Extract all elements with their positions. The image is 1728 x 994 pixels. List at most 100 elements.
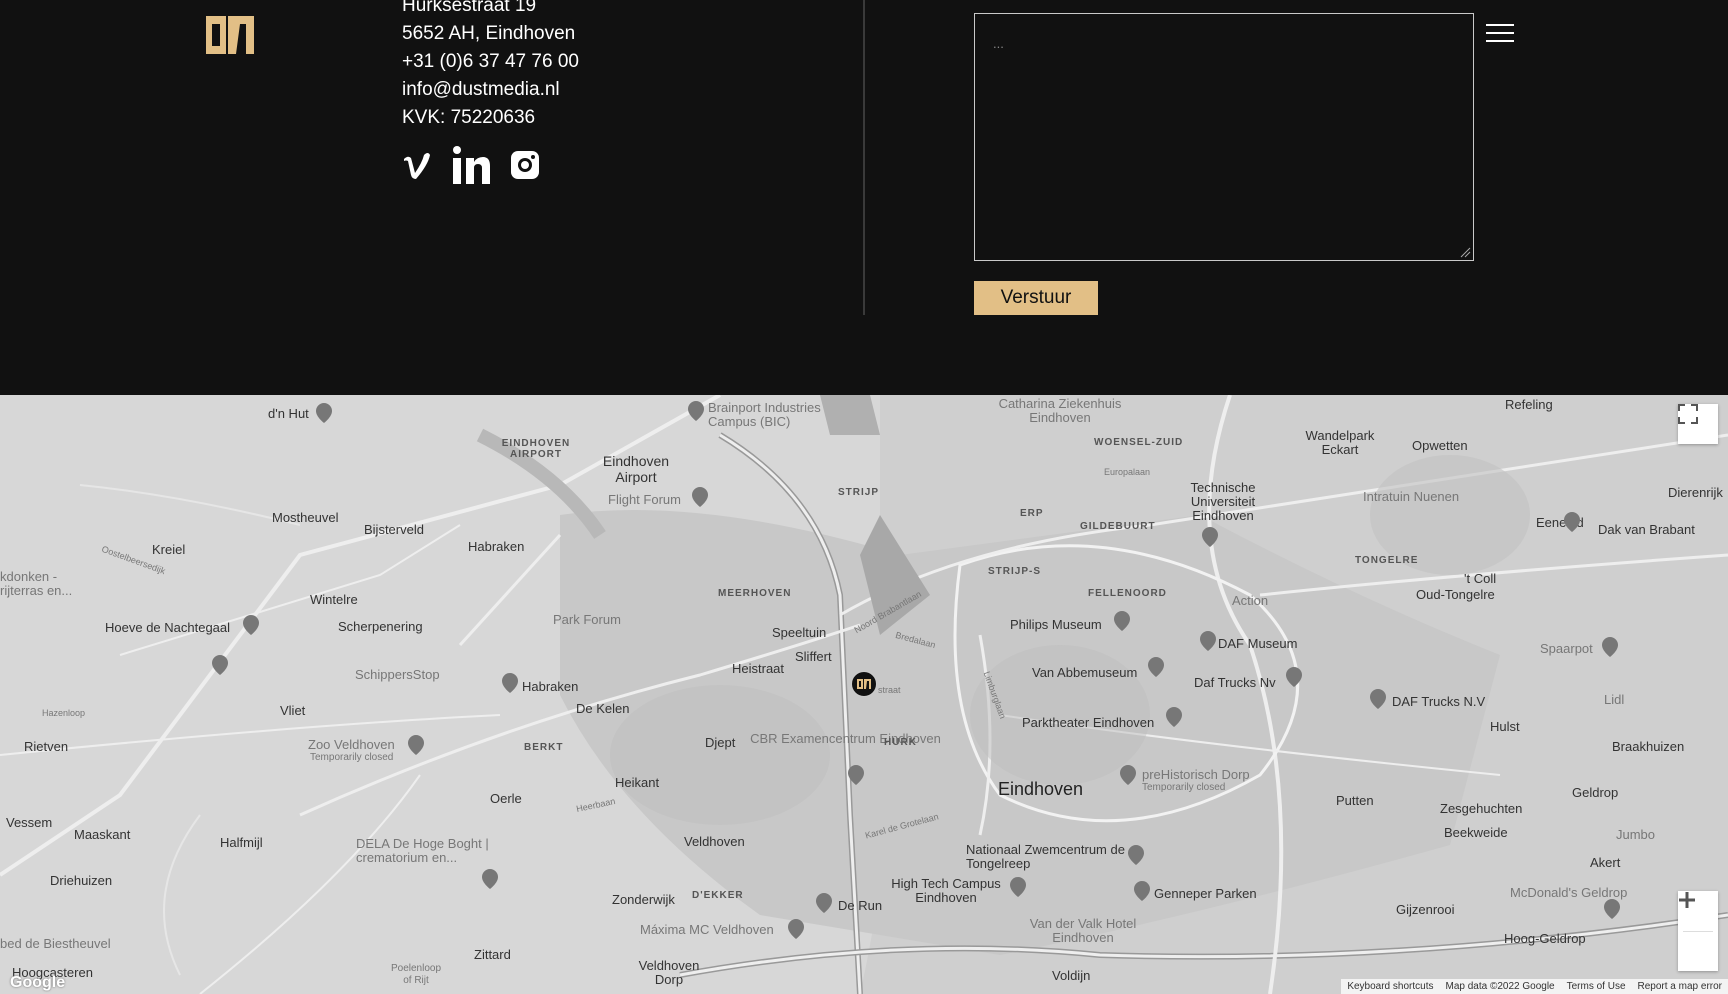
hamburger-menu-icon[interactable] bbox=[1486, 24, 1514, 46]
map-label-europalaan: Europalaan bbox=[1104, 467, 1151, 477]
map-label-prehistorisch[interactable]: preHistorisch Dorp bbox=[1142, 767, 1250, 782]
company-location-marker[interactable] bbox=[851, 671, 877, 697]
map-label-flight-forum[interactable]: Flight Forum bbox=[608, 492, 681, 507]
fullscreen-button[interactable] bbox=[1678, 404, 1718, 444]
location-pin-icon[interactable] bbox=[1370, 689, 1386, 709]
map-label-de-run[interactable]: De Run bbox=[838, 898, 882, 913]
map-label-van-der-valk[interactable]: Van der Valk Hotel Eindhoven bbox=[1028, 917, 1138, 945]
map-label-akert: Akert bbox=[1590, 855, 1621, 870]
map-label-van-abbemuseum[interactable]: Van Abbemuseum bbox=[1032, 665, 1137, 680]
map-label-schippersstop[interactable]: SchippersStop bbox=[355, 667, 440, 682]
map-label-daf-museum[interactable]: DAF Museum bbox=[1218, 636, 1297, 651]
location-pin-icon[interactable] bbox=[1286, 667, 1302, 687]
dust-media-marker-icon bbox=[857, 679, 871, 689]
phone[interactable]: +31 (0)6 37 47 76 00 bbox=[402, 48, 579, 76]
map-label-kdonken[interactable]: kdonken - rijterras en... bbox=[0, 570, 80, 598]
map-label-dak-van-brabant[interactable]: Dak van Brabant bbox=[1598, 522, 1695, 537]
map-label-zoo[interactable]: Zoo Veldhoven bbox=[308, 737, 395, 752]
zoo-pin-icon[interactable] bbox=[408, 735, 424, 755]
map-label-hoeve[interactable]: Hoeve de Nachtegaal bbox=[105, 620, 230, 635]
map-label-zesgehuchten: Zesgehuchten bbox=[1440, 801, 1523, 816]
map-label-beekweide: Beekweide bbox=[1444, 825, 1508, 840]
map-label-refeling: Refeling bbox=[1505, 397, 1553, 412]
instagram-icon[interactable] bbox=[510, 150, 540, 185]
map-label-halfmijl: Halfmijl bbox=[220, 835, 263, 850]
map-label-mcdonalds[interactable]: McDonald's Geldrop bbox=[1510, 885, 1627, 900]
map-label-spaarpot[interactable]: Spaarpot bbox=[1540, 641, 1593, 656]
map-label-parktheater[interactable]: Parktheater Eindhoven bbox=[1022, 715, 1154, 730]
restaurant-pin-icon[interactable] bbox=[1604, 899, 1620, 919]
location-pin-icon[interactable] bbox=[1128, 845, 1144, 865]
map-label-hulst: Hulst bbox=[1490, 719, 1520, 734]
map-label-catharina[interactable]: Catharina Ziekenhuis Eindhoven bbox=[990, 397, 1130, 425]
send-button[interactable]: Verstuur bbox=[974, 281, 1098, 315]
map-label-genneper[interactable]: Genneper Parken bbox=[1154, 886, 1257, 901]
resize-handle-icon[interactable] bbox=[1459, 246, 1471, 258]
map-label-gildebuurt: GILDEBUURT bbox=[1080, 521, 1156, 532]
location-pin-icon[interactable] bbox=[816, 893, 832, 913]
map-label-eindhoven-airport[interactable]: Eindhoven Airport bbox=[596, 453, 676, 485]
location-pin-icon[interactable] bbox=[688, 401, 704, 421]
theater-pin-icon[interactable] bbox=[1166, 707, 1182, 727]
map-label-habraken-2[interactable]: Habraken bbox=[522, 679, 578, 694]
museum-pin-icon[interactable] bbox=[1114, 611, 1130, 631]
location-pin-icon[interactable] bbox=[692, 487, 708, 507]
map-label-slifert: Sliffert bbox=[795, 649, 832, 664]
hospital-pin-icon[interactable] bbox=[788, 919, 804, 939]
map-label-dierenrijk: Dierenrijk bbox=[1668, 485, 1723, 500]
map-label-voldijn: Voldijn bbox=[1052, 968, 1091, 983]
map-label-park-forum[interactable]: Park Forum bbox=[553, 612, 621, 627]
report-error-link[interactable]: Report a map error bbox=[1638, 981, 1722, 992]
map-label-philips-museum[interactable]: Philips Museum bbox=[1010, 617, 1102, 632]
map-label-maxima[interactable]: Máxima MC Veldhoven bbox=[640, 922, 774, 937]
map-label-lidl[interactable]: Lidl bbox=[1604, 692, 1624, 707]
map-label-hurk: HURK bbox=[884, 737, 917, 748]
location-pin-icon[interactable] bbox=[502, 673, 518, 693]
linkedin-icon[interactable] bbox=[452, 146, 490, 189]
map-label-biestheuvel[interactable]: bed de Biestheuvel bbox=[0, 936, 111, 951]
map-label-high-tech-campus[interactable]: High Tech Campus Eindhoven bbox=[886, 877, 1006, 905]
location-pin-icon[interactable] bbox=[1134, 881, 1150, 901]
map-attribution: Keyboard shortcuts Map data ©2022 Google… bbox=[1341, 979, 1728, 994]
map-label-jumbo[interactable]: Jumbo bbox=[1616, 827, 1655, 842]
footer: Hurksestraat 19 5652 AH, Eindhoven +31 (… bbox=[0, 0, 1728, 395]
museum-pin-icon[interactable] bbox=[1564, 512, 1580, 532]
map-label-oerle: Oerle bbox=[490, 791, 522, 806]
location-pin-icon[interactable] bbox=[1602, 637, 1618, 657]
map-label-woensel-zuid: WOENSEL-ZUID bbox=[1094, 437, 1184, 448]
map-label-habraken: Habraken bbox=[468, 539, 525, 554]
email[interactable]: info@dustmedia.nl bbox=[402, 76, 579, 104]
park-pin-icon[interactable] bbox=[212, 655, 228, 675]
terms-link[interactable]: Terms of Use bbox=[1567, 981, 1626, 992]
school-pin-icon[interactable] bbox=[1202, 527, 1218, 547]
map-label-erp: ERP bbox=[1020, 508, 1044, 519]
map-label-action[interactable]: Action bbox=[1232, 593, 1268, 608]
dust-media-logo[interactable] bbox=[206, 16, 254, 54]
museum-pin-icon[interactable] bbox=[1200, 631, 1216, 651]
map-label-oud-tongelre: Oud-Tongelre bbox=[1416, 587, 1495, 602]
location-pin-icon[interactable] bbox=[482, 869, 498, 889]
restaurant-pin-icon[interactable] bbox=[316, 403, 332, 423]
museum-pin-icon[interactable] bbox=[1148, 657, 1164, 677]
keyboard-shortcuts-link[interactable]: Keyboard shortcuts bbox=[1347, 981, 1433, 992]
map-label-dn-hut[interactable]: d'n Hut bbox=[268, 406, 309, 421]
map-data-text: Map data ©2022 Google bbox=[1445, 981, 1555, 992]
map-label-dela[interactable]: DELA De Hoge Boght | crematorium en... bbox=[356, 837, 516, 865]
map-label-prehistorisch-status: Temporarily closed bbox=[1142, 782, 1226, 793]
map-label-maaskant: Maaskant bbox=[74, 827, 131, 842]
map-label-daf-trucks-nv-2[interactable]: DAF Trucks N.V bbox=[1392, 694, 1485, 709]
map-label-daf-trucks-nv[interactable]: Daf Trucks Nv bbox=[1194, 675, 1276, 690]
location-pin-icon[interactable] bbox=[848, 765, 864, 785]
map-label-tue[interactable]: Technische Universiteit Eindhoven bbox=[1168, 481, 1278, 523]
column-divider bbox=[863, 0, 865, 315]
restaurant-pin-icon[interactable] bbox=[243, 615, 259, 635]
message-textarea[interactable]: ... bbox=[974, 13, 1474, 261]
map-label-intratuin[interactable]: Intratuin Nuenen bbox=[1363, 489, 1459, 504]
map-label-hoog-geldrop: Hoog-Geldrop bbox=[1504, 931, 1586, 946]
campus-pin-icon[interactable] bbox=[1010, 877, 1026, 897]
google-logo[interactable]: Google bbox=[10, 974, 65, 992]
map-label-brainport[interactable]: Brainport Industries Campus (BIC) bbox=[708, 401, 828, 429]
map-label-berkt: BERKT bbox=[524, 742, 564, 753]
vimeo-icon[interactable] bbox=[402, 149, 432, 186]
landmark-pin-icon[interactable] bbox=[1120, 765, 1136, 785]
